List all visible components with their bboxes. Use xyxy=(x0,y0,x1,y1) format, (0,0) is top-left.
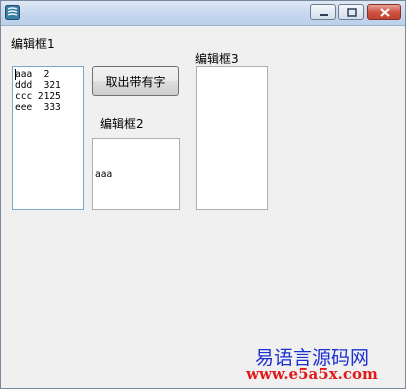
edit-box-3-label: 编辑框3 xyxy=(195,52,239,66)
maximize-button[interactable] xyxy=(338,4,364,20)
maximize-icon xyxy=(347,8,357,17)
close-button[interactable] xyxy=(367,4,401,20)
edit-box-1-label: 编辑框1 xyxy=(11,37,55,51)
edit-box-1-text: aaa 2 ddd 321 ccc 2125 eee 333 xyxy=(15,69,61,113)
edit-box-3[interactable] xyxy=(196,66,268,210)
app-icon xyxy=(5,5,20,20)
app-window: 编辑框1 aaa 2 ddd 321 ccc 2125 eee 333 取出带有… xyxy=(0,0,406,389)
edit-box-2-text: aaa xyxy=(95,169,113,180)
minimize-icon xyxy=(320,14,328,16)
edit-box-2[interactable]: aaa xyxy=(92,138,180,210)
minimize-button[interactable] xyxy=(310,4,336,20)
close-icon xyxy=(380,8,390,17)
edit-box-1[interactable]: aaa 2 ddd 321 ccc 2125 eee 333 xyxy=(12,66,84,210)
extract-button[interactable]: 取出带有字 xyxy=(92,66,179,96)
edit-box-2-label: 编辑框2 xyxy=(100,117,144,131)
watermark-url: www.e5a5x.com xyxy=(246,365,378,383)
title-bar[interactable] xyxy=(1,1,405,26)
